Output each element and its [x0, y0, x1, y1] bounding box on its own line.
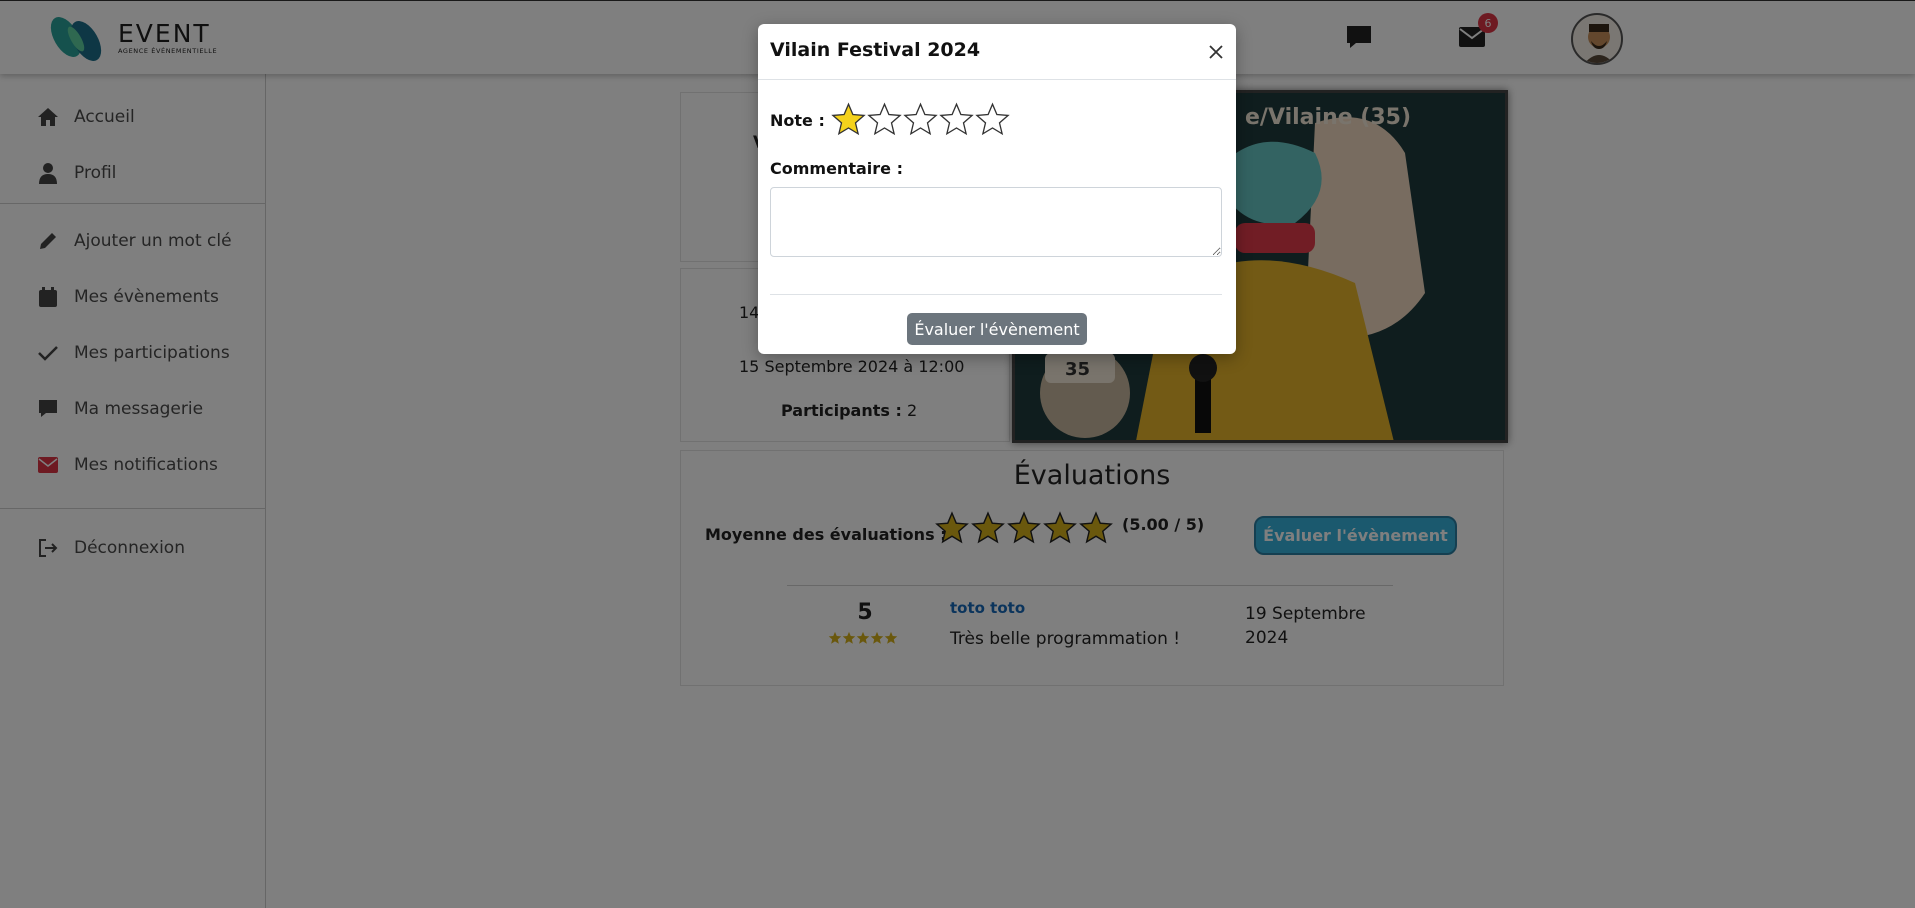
- star-2-icon[interactable]: [867, 102, 902, 137]
- rating-stars: [831, 102, 1011, 137]
- star-5-icon[interactable]: [975, 102, 1010, 137]
- comment-label: Commentaire :: [770, 159, 903, 178]
- modal-header-divider: [758, 79, 1236, 80]
- submit-rating-button[interactable]: Évaluer l'évènement: [907, 313, 1087, 345]
- note-label: Note :: [770, 111, 825, 130]
- comment-textarea[interactable]: [770, 187, 1222, 257]
- close-icon[interactable]: [1206, 42, 1226, 62]
- star-4-icon[interactable]: [939, 102, 974, 137]
- modal-title: Vilain Festival 2024: [770, 39, 981, 61]
- star-1-icon[interactable]: [831, 102, 866, 137]
- modal-footer-divider: [770, 294, 1222, 295]
- star-3-icon[interactable]: [903, 102, 938, 137]
- rating-modal: Vilain Festival 2024 Note : Commentaire …: [758, 24, 1236, 354]
